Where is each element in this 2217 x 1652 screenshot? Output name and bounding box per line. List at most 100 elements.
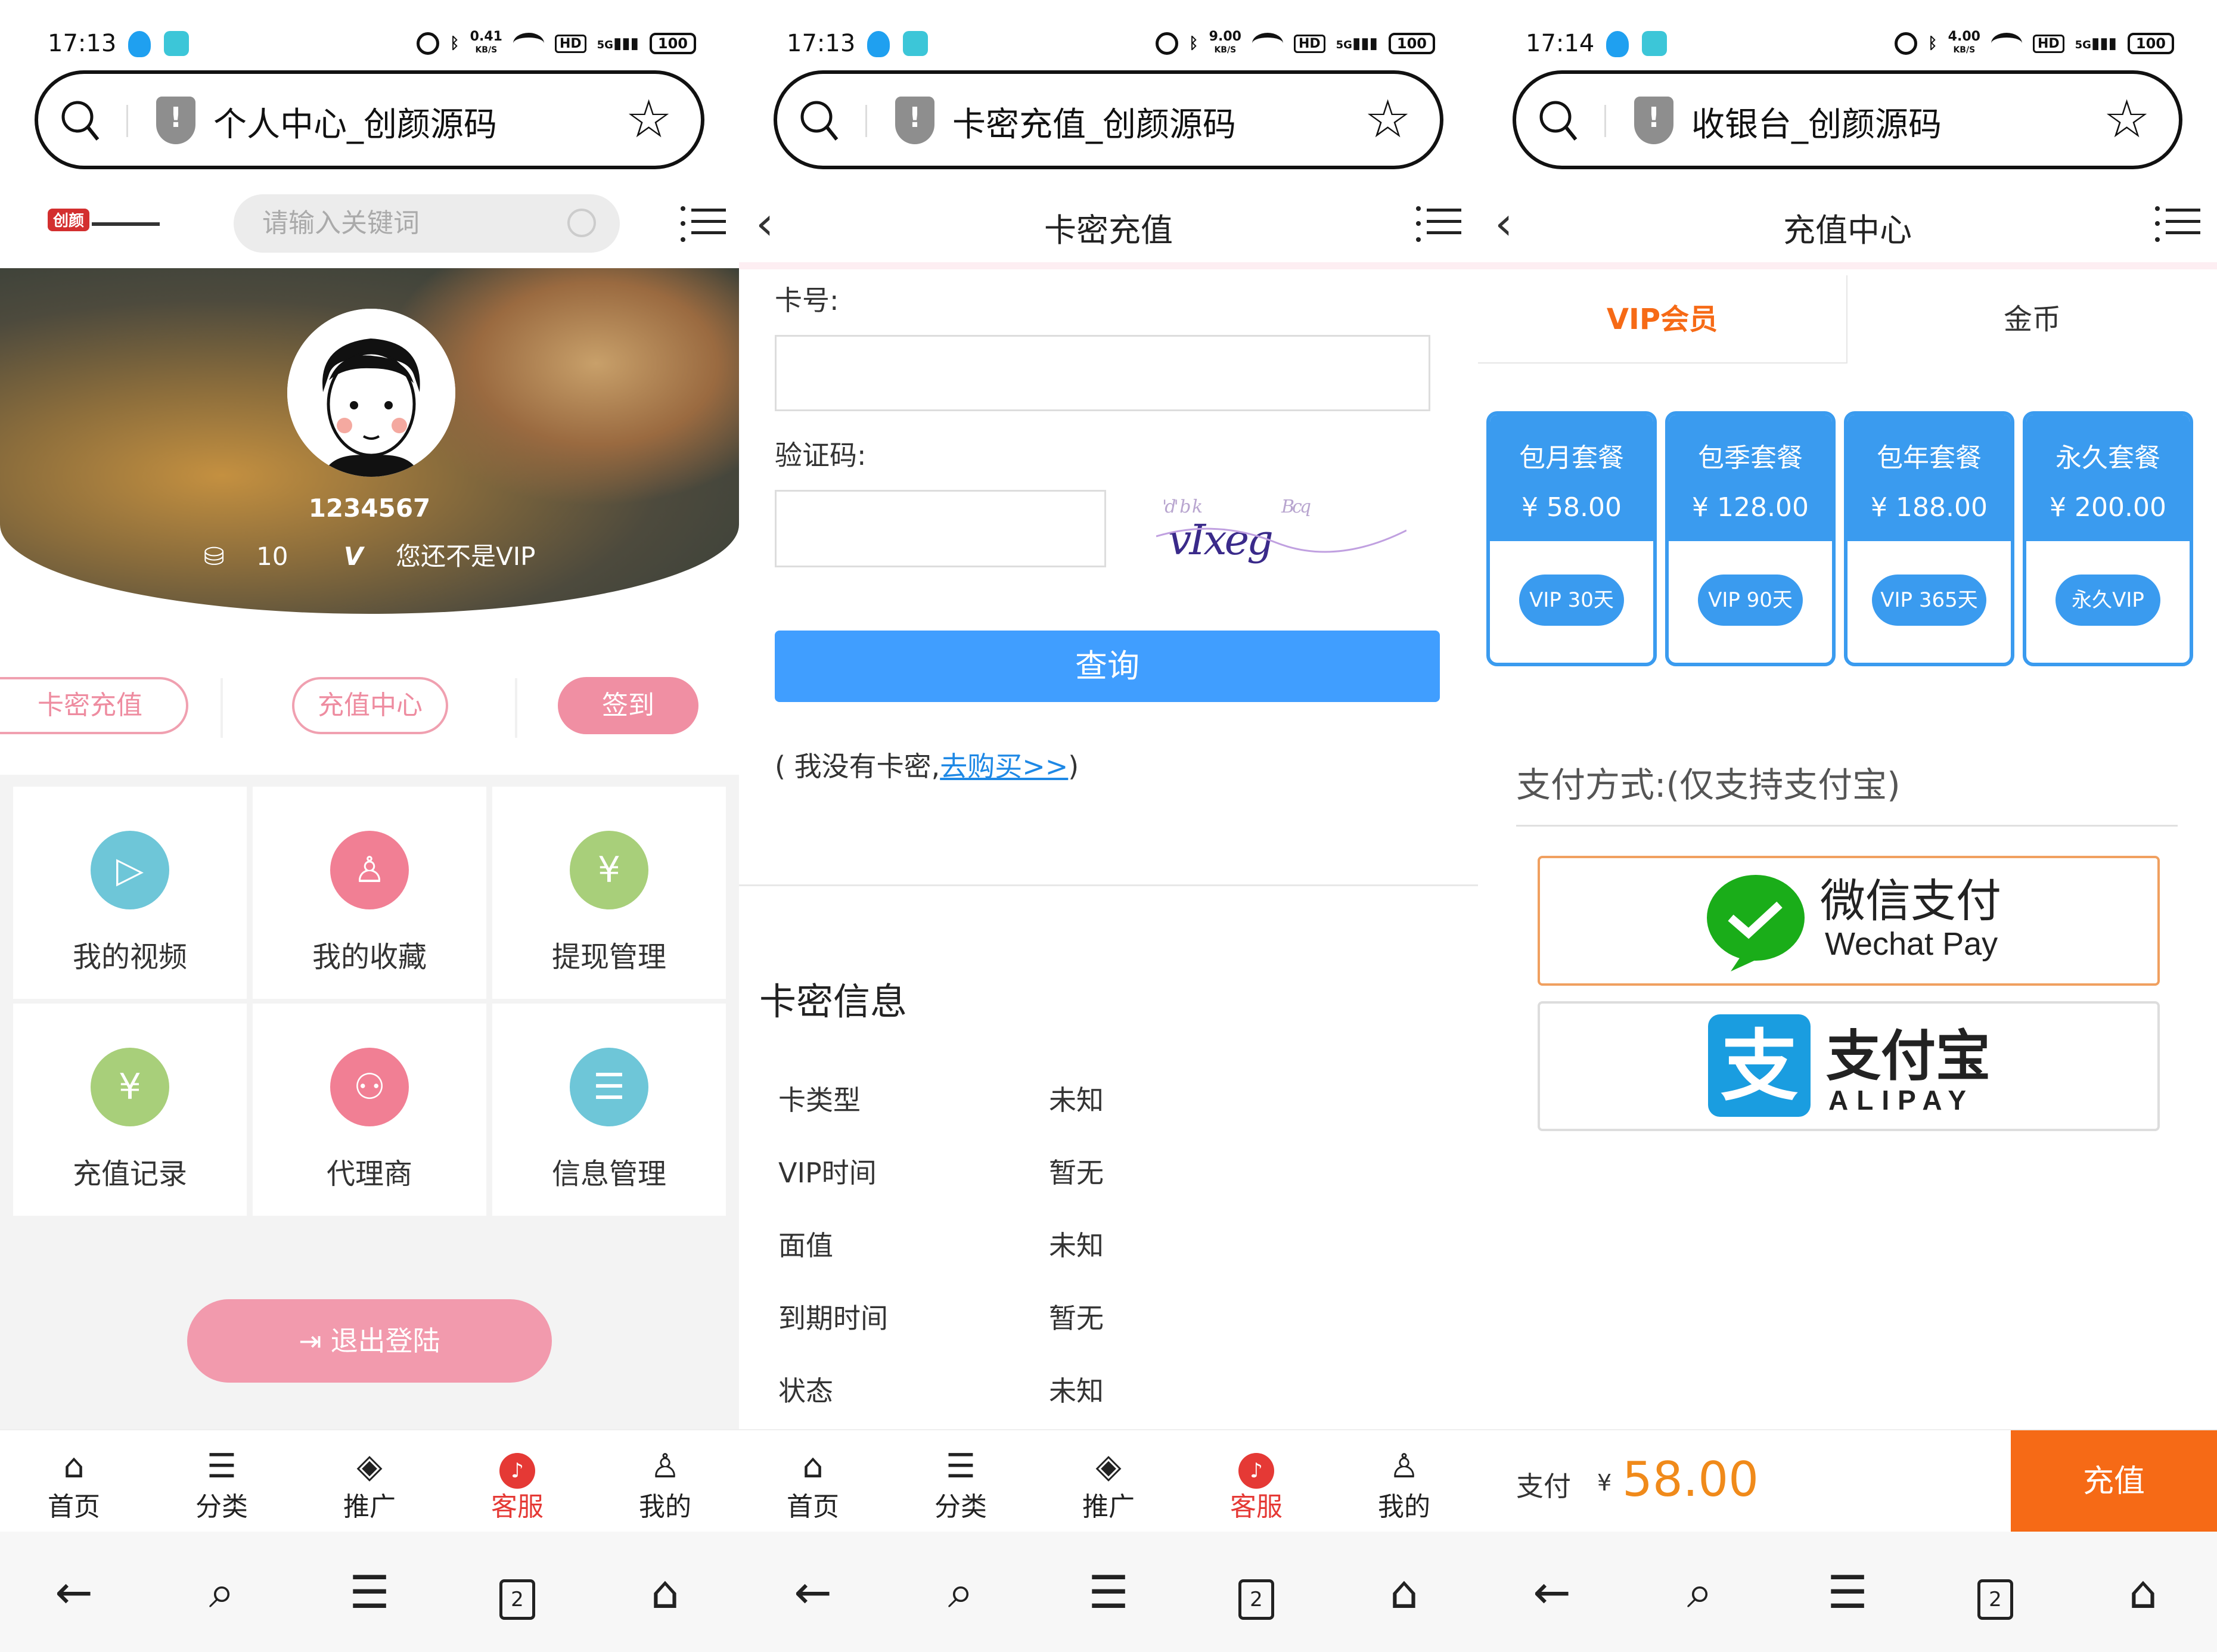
tab-mine[interactable]: ♙ 我的 — [591, 1430, 739, 1530]
card-number-label: 卡号: — [775, 284, 839, 316]
tab-promote[interactable]: ◈ 推广 — [296, 1430, 443, 1530]
menu-icon[interactable] — [681, 204, 726, 243]
list-icon: ☰ — [945, 1447, 976, 1486]
svg-text:创颜: 创颜 — [52, 212, 84, 229]
recharge-button[interactable]: 充值 — [2011, 1430, 2217, 1533]
search-icon[interactable] — [60, 97, 100, 144]
bookmark-star-icon[interactable]: ☆ — [2103, 91, 2150, 148]
grid-agent[interactable]: ⚇ 代理商 — [253, 1004, 486, 1216]
page-url-title[interactable]: 个人中心_创颜源码 — [213, 98, 497, 146]
tab-mine[interactable]: ♙ 我的 — [1330, 1430, 1478, 1530]
grid-withdraw[interactable]: ¥ 提现管理 — [492, 787, 726, 999]
tab-home[interactable]: ⌂ 首页 — [0, 1430, 148, 1530]
shield-icon[interactable]: ! — [156, 97, 195, 144]
tab-category[interactable]: ☰ 分类 — [887, 1430, 1035, 1530]
divider — [221, 678, 223, 738]
menu-icon[interactable]: ☰ — [1774, 1566, 1921, 1619]
grid-info-management[interactable]: ☰ 信息管理 — [492, 1004, 726, 1216]
grid-my-videos[interactable]: ▷ 我的视频 — [13, 787, 247, 999]
home-icon: ⌂ — [63, 1447, 85, 1486]
info-row: 状态 未知 — [778, 1375, 1104, 1407]
card-number-input[interactable] — [775, 335, 1430, 411]
shield-icon[interactable]: ! — [1634, 97, 1673, 144]
logout-button[interactable]: ⇥ 退出登陆 — [187, 1299, 552, 1383]
package-card[interactable]: 永久套餐 ¥ 200.00 永久VIP — [2023, 411, 2193, 666]
layers-icon: ◈ — [356, 1447, 383, 1486]
home-icon[interactable]: ⌂ — [1330, 1566, 1478, 1619]
address-bar[interactable]: ! 个人中心_创颜源码 ☆ — [35, 70, 704, 169]
page-url-title[interactable]: 卡密充值_创颜源码 — [952, 98, 1236, 146]
svg-text:Bcq: Bcq — [1281, 496, 1311, 517]
home-icon[interactable]: ⌂ — [591, 1566, 739, 1619]
bookmark-star-icon[interactable]: ☆ — [1364, 91, 1411, 148]
info-row: 面值 未知 — [778, 1229, 1104, 1262]
alipay-option[interactable]: 支 支付宝 ALIPAY — [1538, 1001, 2160, 1131]
menu-icon[interactable] — [2155, 204, 2200, 243]
search-icon[interactable]: ⌕ — [887, 1565, 1035, 1619]
back-arrow-icon[interactable]: ← — [1478, 1566, 1626, 1619]
package-card[interactable]: 包月套餐 ¥ 58.00 VIP 30天 — [1486, 411, 1657, 666]
bell-icon: ♪ — [499, 1453, 535, 1489]
search-icon[interactable] — [567, 209, 596, 237]
page-title: 充值中心 — [1783, 212, 1912, 249]
browser-nav: ← ⌕ ☰ 2 ⌂ — [739, 1532, 1478, 1652]
header-shadow — [1478, 262, 2217, 269]
tab-home[interactable]: ⌂ 首页 — [739, 1430, 887, 1530]
page-url-title[interactable]: 收银台_创颜源码 — [1691, 98, 1942, 146]
tabs-button[interactable]: 2 — [443, 1564, 591, 1620]
card-recharge-screen: 17:13 ᛒ 9.00 KB/S HD 5G▮▮▮ 100 ! 卡密充值_创颜源… — [739, 0, 1478, 1652]
divider — [126, 105, 128, 137]
svg-text:支付宝: 支付宝 — [1826, 1026, 1991, 1087]
back-arrow-icon[interactable]: ← — [739, 1566, 887, 1619]
app-notification-icon — [164, 31, 189, 56]
shield-icon[interactable]: ! — [895, 97, 934, 144]
grid-recharge-records[interactable]: ¥ 充值记录 — [13, 1004, 247, 1216]
card-recharge-button[interactable]: 卡密充值 — [0, 677, 188, 734]
home-icon[interactable]: ⌂ — [2069, 1566, 2217, 1619]
search-icon[interactable]: ⌕ — [1626, 1565, 1774, 1619]
address-bar[interactable]: ! 卡密充值_创颜源码 ☆ — [774, 70, 1443, 169]
tab-category[interactable]: ☰ 分类 — [148, 1430, 296, 1530]
package-card[interactable]: 包年套餐 ¥ 188.00 VIP 365天 — [1844, 411, 2014, 666]
bottom-tabbar: ⌂ 首页 ☰ 分类 ◈ 推广 ♪ 客服 ♙ 我的 — [739, 1429, 1478, 1530]
search-input[interactable]: 请输入关键词 — [234, 194, 620, 253]
site-logo[interactable]: 创颜 — [48, 206, 167, 235]
search-icon[interactable]: ⌕ — [148, 1565, 296, 1619]
package-card[interactable]: 包季套餐 ¥ 128.00 VIP 90天 — [1665, 411, 1836, 666]
signal-icon: 5G▮▮▮ — [597, 35, 639, 52]
info-row: 卡类型 未知 — [778, 1084, 1104, 1116]
wechat-pay-option[interactable]: 微信支付 Wechat Pay — [1538, 856, 2160, 986]
search-icon[interactable] — [1538, 97, 1578, 144]
battery-icon: 100 — [1388, 33, 1435, 54]
checkin-button[interactable]: 签到 — [558, 677, 698, 734]
menu-icon[interactable]: ☰ — [296, 1566, 443, 1619]
query-button[interactable]: 查询 — [775, 631, 1440, 702]
address-bar[interactable]: ! 收银台_创颜源码 ☆ — [1513, 70, 2182, 169]
tab-coins[interactable]: 金币 — [1846, 275, 2217, 364]
back-arrow-icon[interactable]: ← — [0, 1566, 148, 1619]
buy-link[interactable]: 去购买>> — [940, 750, 1068, 782]
tab-promote[interactable]: ◈ 推广 — [1035, 1430, 1182, 1530]
tab-service[interactable]: ♪ 客服 — [443, 1430, 591, 1530]
tab-service[interactable]: ♪ 客服 — [1182, 1430, 1330, 1530]
menu-icon[interactable]: ☰ — [1035, 1566, 1182, 1619]
tab-vip[interactable]: VIP会员 — [1478, 275, 1846, 364]
recharge-center-button[interactable]: 充值中心 — [292, 677, 448, 734]
bookmark-star-icon[interactable]: ☆ — [625, 91, 672, 148]
menu-icon[interactable] — [1416, 204, 1461, 243]
grid-label: 我的收藏 — [312, 940, 427, 974]
alarm-icon — [1156, 32, 1179, 55]
captcha-image[interactable]: 'd' b k Bcq vIxeg — [1156, 495, 1407, 566]
svg-text:'d' b k: 'd' b k — [1162, 496, 1202, 517]
status-bar: 17:13 ᛒ 9.00 KB/S HD 5G▮▮▮ 100 — [739, 0, 1478, 66]
tabs-button[interactable]: 2 — [1182, 1564, 1330, 1620]
grid-my-favorites[interactable]: ♙ 我的收藏 — [253, 787, 486, 999]
info-row: 到期时间 暂无 — [778, 1302, 1104, 1334]
org-chart-icon: ⚇ — [330, 1048, 409, 1126]
avatar[interactable] — [287, 309, 455, 477]
captcha-input[interactable] — [775, 490, 1106, 567]
search-icon[interactable] — [799, 97, 839, 144]
money-bag-icon: ¥ — [570, 831, 648, 909]
svg-text:vIxeg: vIxeg — [1168, 516, 1272, 564]
tabs-button[interactable]: 2 — [1921, 1564, 2069, 1620]
